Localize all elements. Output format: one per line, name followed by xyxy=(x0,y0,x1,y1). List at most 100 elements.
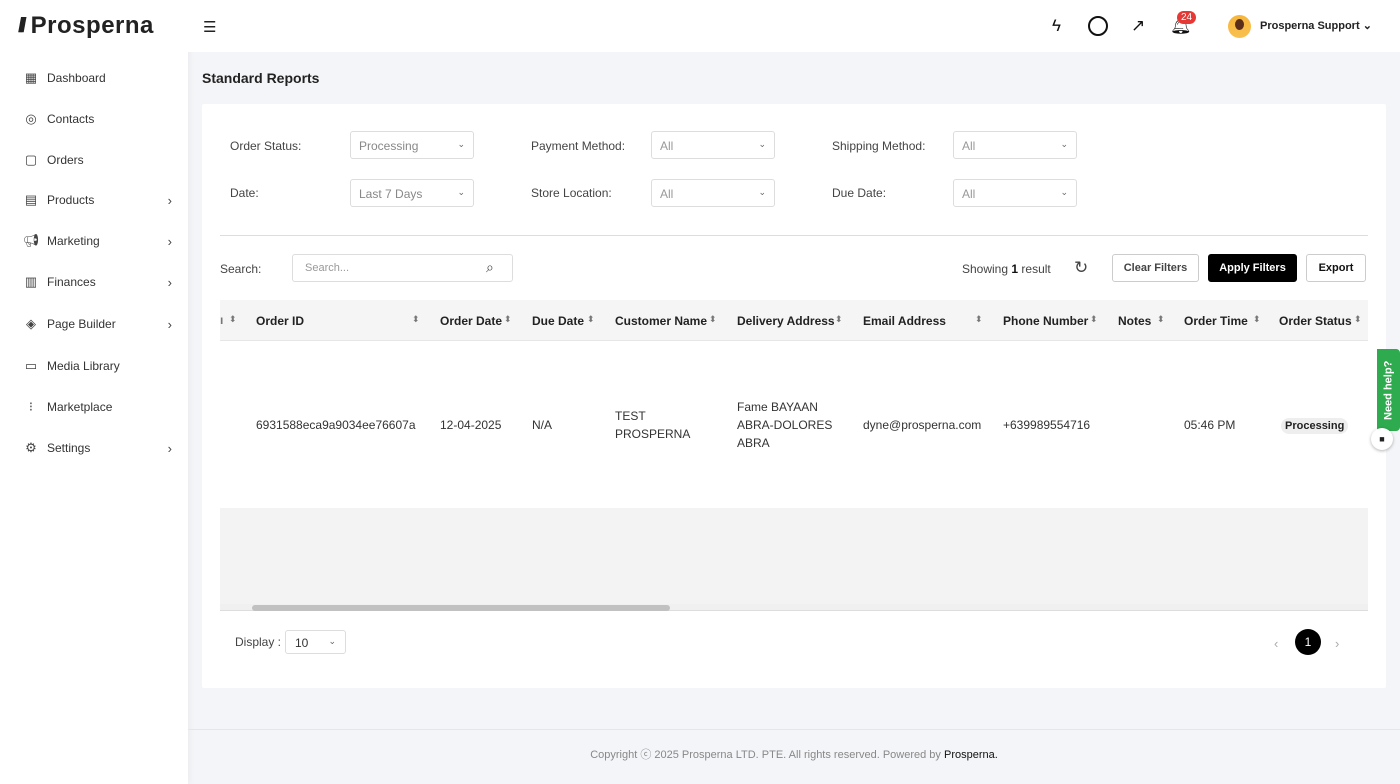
export-button[interactable]: Export xyxy=(1306,254,1366,282)
sidebar-item-finances[interactable]: ▥ Finances › xyxy=(22,272,172,292)
chevron-right-icon: › xyxy=(167,274,172,290)
clear-filters-button[interactable]: Clear Filters xyxy=(1112,254,1199,282)
logo[interactable]: /// Prosperna xyxy=(18,12,154,40)
chevron-right-icon: › xyxy=(167,316,172,332)
payment-method-select[interactable]: All ⌄ xyxy=(651,131,775,159)
store-location-select[interactable]: All ⌄ xyxy=(651,179,775,207)
products-icon: ▤ xyxy=(24,192,38,207)
display-label: Display : xyxy=(235,635,282,649)
sidebar-item-contacts[interactable]: ◎ Contacts xyxy=(22,109,172,129)
cell-due-date: N/A xyxy=(532,418,553,432)
chat-icon[interactable]: ■ xyxy=(1371,428,1393,450)
analytics-icon[interactable] xyxy=(1088,16,1108,36)
refresh-icon[interactable]: ↻ xyxy=(1074,258,1088,278)
next-page-button[interactable]: › xyxy=(1335,636,1339,651)
order-status-label: Order Status: xyxy=(230,139,302,153)
column-header-order-status[interactable]: Order Status xyxy=(1279,314,1352,328)
cell-order-date: 12-04-2025 xyxy=(440,418,502,432)
orders-icon: ▢ xyxy=(24,152,38,167)
sort-icon[interactable]: ⬍ xyxy=(504,314,512,325)
need-help-tab[interactable]: Need help? xyxy=(1377,349,1400,431)
sort-icon[interactable]: ⬍ xyxy=(412,314,420,325)
column-header-order-id[interactable]: Order ID xyxy=(256,314,304,328)
copyright-text: Copyright ⓒ 2025 Prosperna LTD. PTE. All… xyxy=(590,749,941,761)
search-input[interactable]: Search... xyxy=(292,254,513,282)
sidebar-item-label: Marketplace xyxy=(47,400,113,414)
sidebar-toggle-icon[interactable]: ☰ xyxy=(203,18,216,36)
cell-order-id: 6931588eca9a9034ee76607a xyxy=(256,418,416,432)
avatar[interactable] xyxy=(1228,15,1251,38)
apply-filters-button[interactable]: Apply Filters xyxy=(1208,254,1297,282)
contacts-icon: ◎ xyxy=(25,111,37,126)
column-header-order-time[interactable]: Order Time xyxy=(1184,314,1248,328)
sort-icon[interactable]: ⬍ xyxy=(975,314,983,325)
marketplace-icon: ⁝ xyxy=(28,399,34,414)
sort-icon[interactable]: ⬍ xyxy=(229,314,237,325)
table-empty-area xyxy=(220,508,1368,605)
finances-icon: ▥ xyxy=(24,274,38,289)
search-icon[interactable]: ⌕ xyxy=(486,259,494,276)
column-header-notes[interactable]: Notes xyxy=(1118,314,1151,328)
chevron-right-icon: › xyxy=(167,233,172,249)
chevron-down-icon: ⌄ xyxy=(1362,20,1372,32)
cell-address: Fame BAYAAN ABRA-DOLORES ABRA xyxy=(737,400,833,450)
column-header-phone-number[interactable]: Phone Number xyxy=(1003,314,1088,328)
column-header-email-address[interactable]: Email Address xyxy=(863,314,946,328)
sort-icon[interactable]: ⬍ xyxy=(587,314,595,325)
payment-method-label: Payment Method: xyxy=(531,139,626,153)
sidebar-item-label: Page Builder xyxy=(47,317,116,331)
page-title: Standard Reports xyxy=(202,70,320,86)
sort-icon[interactable]: ⬍ xyxy=(709,314,717,325)
column-header-delivery-address[interactable]: Delivery Address xyxy=(737,314,835,328)
sidebar-item-label: Products xyxy=(47,193,95,207)
due-date-label: Due Date: xyxy=(832,186,887,200)
sort-icon[interactable]: ⬍ xyxy=(1090,314,1098,325)
external-link-icon[interactable]: ↗ xyxy=(1131,16,1145,36)
sidebar-item-label: Media Library xyxy=(47,359,120,373)
chevron-right-icon: › xyxy=(167,192,172,208)
column-header-order-date[interactable]: Order Date xyxy=(440,314,502,328)
cell-phone: +639989554716 xyxy=(1003,418,1091,432)
cell-order-time: 05:46 PM xyxy=(1184,418,1236,432)
page-size-select[interactable]: 10 ⌄ xyxy=(285,630,346,654)
sidebar-item-marketing[interactable]: 📢︎ Marketing › xyxy=(22,231,172,251)
user-menu[interactable]: Prosperna Support ⌄ xyxy=(1260,19,1372,32)
gear-icon: ⚙ xyxy=(25,440,37,455)
sort-icon[interactable]: ⬍ xyxy=(1354,314,1362,325)
sidebar-item-label: Orders xyxy=(47,153,84,167)
sort-icon[interactable]: ⬍ xyxy=(1157,314,1165,325)
lightning-icon[interactable]: ϟ xyxy=(1052,16,1061,36)
sidebar-item-label: Settings xyxy=(47,441,91,455)
column-header-due-date[interactable]: Due Date xyxy=(532,314,584,328)
footer-link[interactable]: Prosperna. xyxy=(944,749,998,761)
marketing-icon: 📢︎ xyxy=(22,233,40,248)
sidebar-item-marketplace[interactable]: ⁝ Marketplace xyxy=(22,397,172,417)
sidebar-item-page-builder[interactable]: ◈ Page Builder › xyxy=(22,314,172,334)
sidebar-item-settings[interactable]: ⚙ Settings › xyxy=(22,438,172,458)
sidebar-item-products[interactable]: ▤ Products › xyxy=(22,190,172,210)
page-1-button[interactable]: 1 xyxy=(1295,629,1321,655)
sidebar-item-label: Contacts xyxy=(47,112,95,126)
divider xyxy=(220,235,1368,236)
sidebar-item-media-library[interactable]: ▭ Media Library xyxy=(22,356,172,376)
date-label: Date: xyxy=(230,186,259,200)
shipping-method-select[interactable]: All ⌄ xyxy=(953,131,1077,159)
sidebar-item-dashboard[interactable]: ▦ Dashboard xyxy=(22,68,172,88)
sidebar-item-orders[interactable]: ▢ Orders xyxy=(22,150,172,170)
media-icon: ▭ xyxy=(24,358,38,373)
prev-page-button[interactable]: ‹ xyxy=(1274,636,1278,651)
date-select[interactable]: Last 7 Days ⌄ xyxy=(350,179,474,207)
top-header xyxy=(188,0,1400,52)
results-count: Showing 1 result xyxy=(962,262,1051,276)
sort-icon[interactable]: ⬍ xyxy=(1253,314,1261,325)
user-name: Prosperna Support xyxy=(1260,20,1360,32)
logo-icon: /// xyxy=(18,14,26,37)
order-status-select[interactable]: Processing ⌄ xyxy=(350,131,474,159)
dashboard-icon: ▦ xyxy=(24,70,38,85)
layers-icon: ◈ xyxy=(26,316,36,331)
due-date-select[interactable]: All ⌄ xyxy=(953,179,1077,207)
sidebar-item-label: Marketing xyxy=(47,234,100,248)
sort-icon[interactable]: ⬍ xyxy=(835,314,843,325)
column-header-customer-name[interactable]: Customer Name xyxy=(615,314,707,328)
scrollbar-thumb[interactable] xyxy=(252,605,670,611)
